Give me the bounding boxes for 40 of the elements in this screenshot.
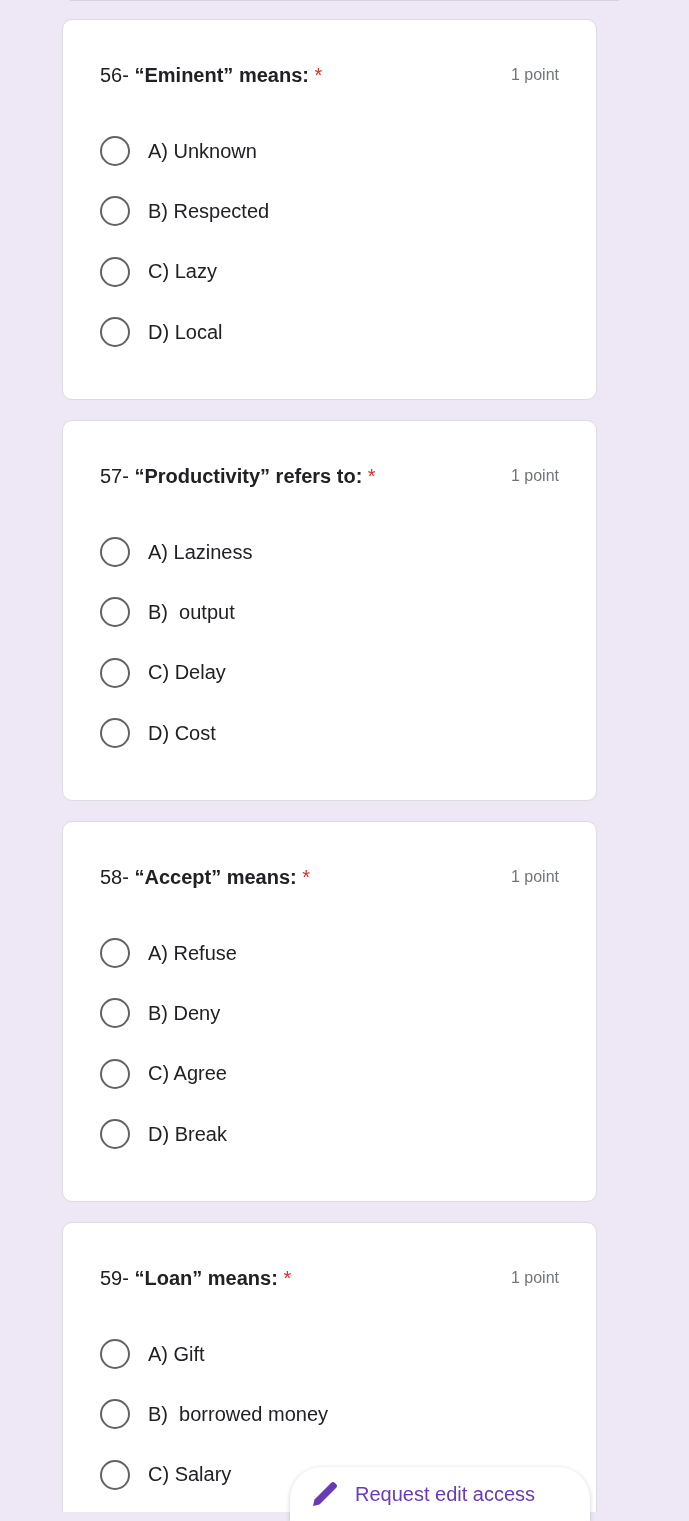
- radio-button[interactable]: [100, 256, 130, 287]
- option-label: B) output: [148, 600, 235, 624]
- points-label: 1 point: [510, 1269, 559, 1287]
- points-label: 1 point: [510, 467, 559, 485]
- radio-button[interactable]: [100, 1119, 130, 1150]
- option-label: C) Lazy: [148, 260, 217, 284]
- question-title: 57- “Productivity” refers to: *: [100, 464, 376, 489]
- radio-button[interactable]: [100, 317, 130, 348]
- option-label: C) Agree: [148, 1062, 227, 1086]
- radio-button[interactable]: [100, 196, 130, 227]
- option-label: D) Cost: [148, 721, 216, 745]
- option-label: A) Gift: [148, 1342, 205, 1366]
- radio-button[interactable]: [100, 136, 130, 167]
- radio-button[interactable]: [100, 1399, 130, 1430]
- option-label: A) Refuse: [148, 941, 237, 965]
- option-label: A) Laziness: [148, 540, 253, 564]
- request-edit-access-button[interactable]: Request edit access: [290, 1467, 590, 1521]
- radio-button[interactable]: [100, 998, 130, 1029]
- option-label: B) Deny: [148, 1001, 221, 1025]
- points-label: 1 point: [510, 868, 559, 886]
- pencil-icon: [310, 1479, 340, 1509]
- radio-button[interactable]: [100, 537, 130, 568]
- radio-button[interactable]: [100, 1339, 130, 1370]
- option-label: D) Local: [148, 320, 223, 344]
- radio-button[interactable]: [100, 938, 130, 969]
- option-label: A) Unknown: [148, 139, 257, 163]
- points-label: 1 point: [510, 66, 559, 84]
- radio-button[interactable]: [100, 657, 130, 688]
- radio-button[interactable]: [100, 1459, 130, 1490]
- question-title: 58- “Accept” means: *: [100, 865, 311, 890]
- radio-button[interactable]: [100, 1058, 130, 1089]
- question-title: 59- “Loan” means: *: [100, 1266, 292, 1291]
- option-label: B) borrowed money: [148, 1402, 329, 1426]
- radio-button[interactable]: [100, 718, 130, 749]
- option-label: C) Salary: [148, 1463, 232, 1487]
- option-label: B) Respected: [148, 199, 270, 223]
- option-label: C) Delay: [148, 661, 226, 685]
- radio-button[interactable]: [100, 597, 130, 628]
- question-title: 56- “Eminent” means: *: [100, 63, 323, 88]
- option-label: D) Break: [148, 1122, 227, 1146]
